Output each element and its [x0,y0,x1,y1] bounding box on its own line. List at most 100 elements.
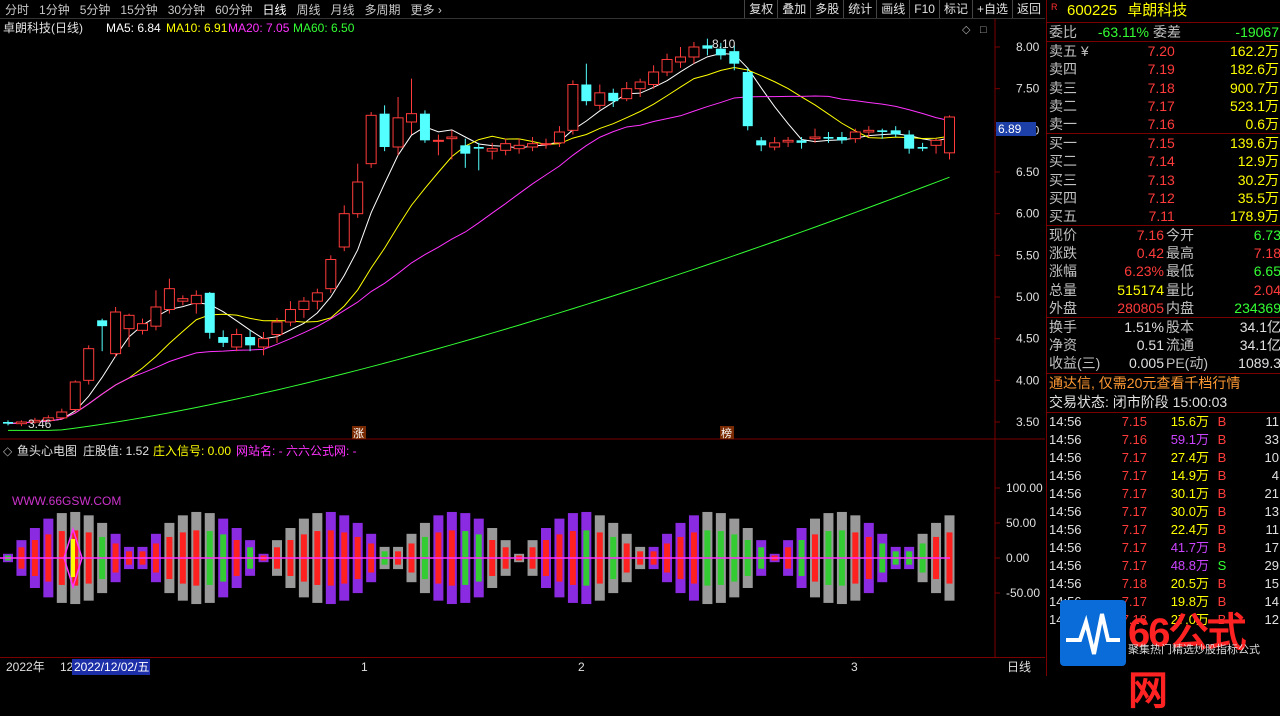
candle-up [500,143,512,151]
tool-button[interactable]: 画线 [876,0,909,18]
stat-value: 6.73 [1253,227,1280,244]
book-price: 7.11 [1148,207,1175,224]
tick-price: 7.17 [1121,539,1147,555]
book-label: 卖一 [1049,115,1077,132]
book-volume: 178.9万 [1229,207,1279,224]
candle-down [3,422,13,424]
tool-button[interactable]: 标记 [938,0,972,18]
candle-up [513,144,525,150]
tool-button[interactable]: 统计 [843,0,876,18]
tool-button[interactable]: 返回 [1011,0,1045,18]
tick-time: 14:56 [1049,431,1082,447]
indicator-bars [0,511,955,605]
candle-up [163,288,175,310]
timeframe-tab[interactable]: 60分钟 [210,1,257,18]
tick-volume: 14.9万 [1170,467,1209,483]
ma5-label: MA5: 6.84 [106,21,161,35]
kline-svg[interactable]: 卓朗科技(日线) MA5: 6.84 MA10: 6.91 MA20: 7.05… [0,19,1045,676]
tool-button[interactable]: 复权 [744,0,777,18]
price-tick-label: 4.50 [1016,332,1040,346]
candle-up [567,84,579,131]
candle-up [675,56,686,63]
timeframe-tab[interactable]: 月线 [326,1,360,18]
candle-up [325,259,337,290]
book-label: 买一 [1049,135,1077,152]
timeframe-tab[interactable]: 更多 › [406,1,447,18]
margin-flag: R [1051,2,1058,12]
book-label: 买三 [1049,171,1077,188]
chart-area[interactable]: 卓朗科技(日线) MA5: 6.84 MA10: 6.91 MA20: 7.05… [0,19,1045,676]
indicator-collapse-icon[interactable]: ◇ [3,444,13,458]
timeframe-tab[interactable]: 15分钟 [115,1,162,18]
period-toolbar: 分时 1分钟 5分钟 15分钟 30分钟 60分钟 日线 周线 月线 多周期 更多 › 复权 叠加 多股… [0,0,1045,19]
tick-time: 14:56 [1049,413,1082,429]
tool-button[interactable]: 叠加 [777,0,810,18]
tool-button[interactable]: +自选 [971,0,1012,18]
candle-down [608,92,619,102]
tick-price: 7.17 [1121,485,1147,501]
candle-up [406,113,417,123]
book-volume: 182.6万 [1229,61,1279,78]
timeframe-tab[interactable]: 多周期 [360,1,406,18]
tick-count: 11 [1265,521,1280,537]
book-price: 7.15 [1147,135,1175,152]
candle-down [796,140,807,143]
quote-panel: R 600225 卓朗科技 委比 -63.11% 委差 -19067 卖五 ¥ 7… [1046,0,1280,676]
book-volume: 12.9万 [1237,153,1279,170]
diamond-icon[interactable]: ◇ [962,24,971,36]
candle-up [298,300,310,310]
book-volume: 523.1万 [1229,97,1279,114]
candle-up [338,213,350,248]
candle-down [729,51,740,64]
stat-row: 涨跌 0.42 最高 7.18 [1047,244,1280,262]
tick-time: 14:56 [1049,539,1082,555]
stat-row: 现价 7.16 今开 6.73 [1047,226,1280,244]
period-label[interactable]: 日线 [1007,660,1031,674]
collapse-icon[interactable]: □ [980,24,987,36]
stat-value: 34.1亿 [1239,337,1280,354]
timeframe-tab[interactable]: 日线 [257,1,291,18]
stat-value: 34.1亿 [1239,319,1280,335]
candle-down [904,134,915,149]
event-label-bang[interactable]: 榜 [721,426,732,440]
timeframe-tab[interactable]: 5分钟 [75,1,116,18]
candle-up [284,309,296,323]
candle-down [877,130,888,132]
book-price: 7.16 [1147,115,1175,132]
tick-volume: 41.7万 [1170,539,1209,555]
tick-volume: 59.1万 [1170,431,1209,447]
timeframe-tab[interactable]: 30分钟 [163,1,210,18]
candlesticks [3,38,955,427]
book-row: 卖三 7.18 900.7万 [1047,79,1280,97]
tick-side: S [1217,557,1227,573]
upgrade-notice[interactable]: 通达信, 仅需20元查看千档行情 [1047,372,1280,393]
candle-up [110,311,122,355]
tool-button[interactable]: 多股 [810,0,843,18]
timeframe-tab[interactable]: 周线 [291,1,325,18]
candle-up [231,334,243,348]
price-tick-label: 6.00 [1016,207,1040,221]
book-row: 卖四 7.19 182.6万 [1047,60,1280,78]
ask-book: 卖五 ¥ 7.20 162.2万 卖四 7.19 182.6万 卖三 7.18 900.7万 卖二… [1047,41,1280,133]
candle-up [271,321,283,335]
stat-value: 515174 [1117,281,1164,298]
timeframe-tab[interactable]: 分时 [0,1,34,18]
timeframe-tab[interactable]: 1分钟 [34,1,75,18]
tool-button[interactable]: F10 [909,0,939,18]
tick-price: 7.17 [1121,557,1147,573]
stat-label: PE(动) [1166,355,1208,372]
tick-volume: 30.1万 [1170,485,1209,501]
low-price-mark: 3.46 [28,417,52,431]
price-tag-value: 6.89 [998,122,1022,136]
price-tick-label: 4.00 [1016,373,1040,387]
stock-code: 600225 [1067,2,1118,19]
weicha-label: 委差 [1153,24,1181,40]
event-label-zhang[interactable]: 涨 [353,427,364,440]
candle-up [527,143,539,148]
tick-time: 14:56 [1049,575,1082,591]
bid-book: 买一 7.15 139.6万 买二 7.14 12.9万 买三 7.13 30.2万 买四 7.12… [1047,133,1280,225]
stat-value: 280805 [1117,299,1164,316]
price-tick-label: 5.50 [1016,248,1040,262]
stock-name: 卓朗科技 [1127,2,1188,19]
candle-up [177,298,189,302]
